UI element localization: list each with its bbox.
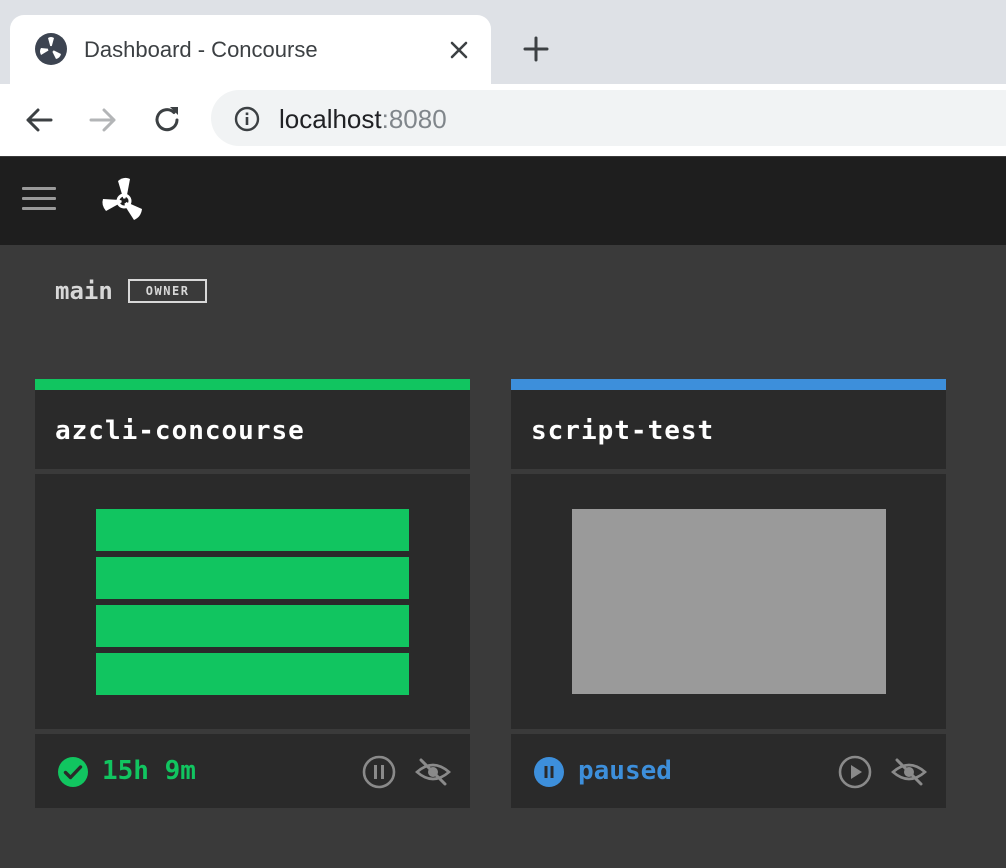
pipeline-card-footer: 15h 9m [35, 734, 470, 808]
team-name: main [55, 277, 113, 305]
browser-toolbar: localhost:8080 [0, 84, 1006, 156]
job-box[interactable] [96, 509, 409, 551]
arrow-right-icon[interactable] [85, 102, 121, 138]
owner-badge: OWNER [127, 279, 208, 303]
eye-off-icon[interactable] [415, 754, 451, 790]
play-circle-icon[interactable] [837, 754, 873, 790]
concourse-logo-icon [35, 33, 67, 65]
pipeline-status-text: 15h 9m [102, 756, 196, 786]
pipeline-status-banner [511, 379, 946, 390]
close-icon[interactable] [446, 37, 472, 63]
job-box[interactable] [96, 653, 409, 695]
job-box[interactable] [96, 557, 409, 599]
reload-icon[interactable] [149, 102, 185, 138]
plus-icon[interactable] [521, 34, 551, 64]
pipeline-status-text: paused [578, 756, 672, 786]
concourse-logo-icon[interactable] [96, 173, 152, 229]
pipeline-card-header[interactable]: azcli-concourse [35, 390, 470, 469]
check-circle-icon [58, 757, 88, 787]
pipeline-card-header[interactable]: script-test [511, 390, 946, 469]
pipeline-card-footer: paused [511, 734, 946, 808]
pipeline-card-script-test[interactable]: script-test paused [511, 379, 946, 808]
team-header: main OWNER [55, 276, 208, 306]
hamburger-menu-icon[interactable] [22, 187, 56, 215]
paused-preview-block [572, 509, 886, 694]
address-bar[interactable]: localhost:8080 [211, 90, 1006, 146]
app-top-bar [0, 157, 1006, 245]
url-text[interactable]: localhost:8080 [279, 104, 447, 135]
url-port: :8080 [381, 104, 447, 134]
eye-off-icon[interactable] [891, 754, 927, 790]
browser-tab-strip: Dashboard - Concourse [0, 0, 1006, 84]
url-host: localhost [279, 104, 382, 134]
arrow-left-icon[interactable] [21, 102, 57, 138]
job-box[interactable] [96, 605, 409, 647]
pipeline-status-banner [35, 379, 470, 390]
browser-tab[interactable]: Dashboard - Concourse [10, 15, 491, 84]
pipeline-name[interactable]: script-test [531, 416, 714, 446]
pipeline-name[interactable]: azcli-concourse [55, 416, 305, 446]
tab-title: Dashboard - Concourse [84, 37, 318, 62]
pause-circle-icon [534, 757, 564, 787]
info-icon[interactable] [233, 105, 261, 133]
pipeline-preview[interactable] [511, 474, 946, 729]
pipeline-preview[interactable] [35, 474, 470, 729]
pause-circle-icon[interactable] [361, 754, 397, 790]
pipeline-card-azcli-concourse[interactable]: azcli-concourse 15h 9m [35, 379, 470, 808]
